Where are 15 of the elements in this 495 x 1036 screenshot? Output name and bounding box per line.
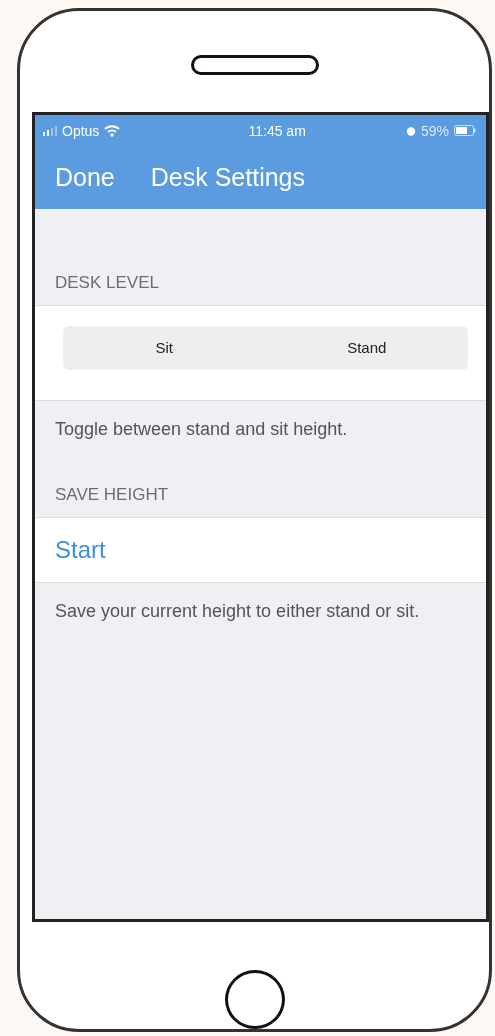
home-button[interactable] (224, 969, 285, 1029)
status-time: 11:45 am (248, 122, 306, 139)
alarm-icon (405, 125, 416, 136)
wifi-icon (104, 124, 121, 137)
signal-icon (43, 125, 57, 136)
segment-option[interactable]: Stand (265, 325, 468, 370)
carrier-name: Optus (62, 122, 100, 139)
section-footer: Toggle between stand and sit height. (35, 400, 486, 441)
battery-icon (454, 125, 476, 137)
section-footer: Save your current height to either stand or sit. (35, 582, 486, 623)
screen-title: Desk Settings (150, 163, 305, 193)
segment-option[interactable]: Sit (63, 325, 266, 370)
section-header: SAVE HEIGHT (54, 483, 170, 506)
battery-percent: 59% (420, 122, 449, 139)
section-header: DESK LEVEL (54, 271, 160, 294)
